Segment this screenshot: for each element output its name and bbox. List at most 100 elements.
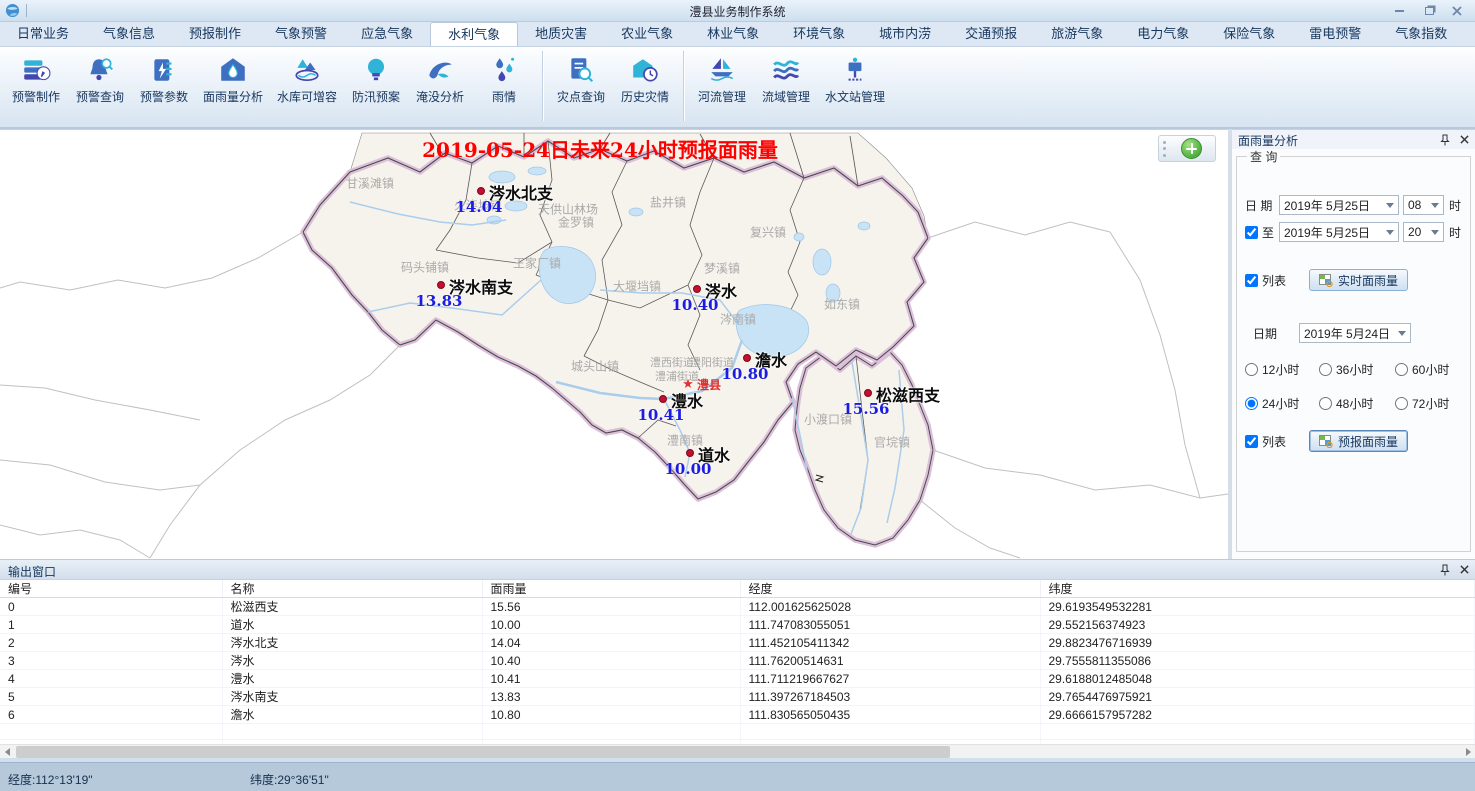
forecast-rain-button[interactable]: 预报面雨量 — [1309, 430, 1408, 452]
tool-doc-search[interactable]: 灾点查询 — [549, 49, 613, 123]
table-cell: 13.83 — [482, 688, 740, 706]
tool-label: 灾点查询 — [557, 88, 605, 105]
output-pin-button[interactable] — [1437, 562, 1453, 577]
forecast-list-checkbox[interactable] — [1245, 435, 1258, 448]
menu-item-16[interactable]: 雷电预警 — [1292, 22, 1378, 46]
menu-item-6[interactable]: 水利气象 — [430, 22, 518, 46]
tool-badge-edit[interactable]: 预警制作 — [4, 49, 68, 123]
menu-item-7[interactable]: 地质灾害 — [518, 22, 604, 46]
to-checkbox[interactable] — [1245, 226, 1258, 239]
tool-hydro-station[interactable]: 水文站管理 — [818, 49, 892, 123]
tool-label: 流域管理 — [762, 88, 810, 105]
menu-item-9[interactable]: 林业气象 — [690, 22, 776, 46]
realtime-list-checkbox[interactable] — [1245, 274, 1258, 287]
station-marker[interactable] — [693, 285, 701, 293]
duration-radio-72小时[interactable]: 72小时 — [1395, 395, 1462, 412]
menu-item-4[interactable]: 气象预警 — [258, 22, 344, 46]
table-row[interactable]: 3涔水10.40111.7620051463129.7555811355086 — [0, 652, 1475, 670]
town-label: 如东镇 — [824, 296, 860, 313]
end-hour-select[interactable]: 20 — [1403, 222, 1444, 242]
menu-item-12[interactable]: 交通预报 — [948, 22, 1034, 46]
tool-bell-search[interactable]: 预警查询 — [68, 49, 132, 123]
menu-item-13[interactable]: 旅游气象 — [1034, 22, 1120, 46]
menu-item-17[interactable]: 气象指数 — [1378, 22, 1464, 46]
panel-close-button[interactable] — [1456, 132, 1472, 147]
table-row[interactable]: 2涔水北支14.04111.45210541134229.88234767169… — [0, 634, 1475, 652]
radio-input[interactable] — [1245, 397, 1258, 410]
menu-item-5[interactable]: 应急气象 — [344, 22, 430, 46]
tool-doc-bolt[interactable]: 预警参数 — [132, 49, 196, 123]
menu-item-15[interactable]: 保险气象 — [1206, 22, 1292, 46]
radio-input[interactable] — [1319, 363, 1332, 376]
radio-input[interactable] — [1319, 397, 1332, 410]
station-marker[interactable] — [864, 389, 872, 397]
table-row[interactable]: 1道水10.00111.74708305505129.552156374923 — [0, 616, 1475, 634]
station-marker[interactable] — [743, 354, 751, 362]
station-marker[interactable] — [437, 281, 445, 289]
tool-bulb[interactable]: 防汛预案 — [344, 49, 408, 123]
tool-waves[interactable]: 流域管理 — [754, 49, 818, 123]
tool-sailboat[interactable]: 河流管理 — [690, 49, 754, 123]
table-cell: 1 — [0, 616, 222, 634]
duration-radio-12小时[interactable]: 12小时 — [1245, 361, 1319, 378]
table-cell: 15.56 — [482, 598, 740, 616]
query-groupbox: 查 询 日 期 2019年 5月25日 08 时 至 2019年 5月25日 — [1236, 148, 1471, 552]
tool-house-drop[interactable]: 面雨量分析 — [196, 49, 270, 123]
output-table: 编号名称面雨量经度纬度 0松滋西支15.56112.00162562502829… — [0, 580, 1475, 756]
menu-item-18[interactable]: 后台管理 — [1464, 22, 1475, 46]
close-button[interactable] — [1443, 2, 1471, 20]
duration-radio-60小时[interactable]: 60小时 — [1395, 361, 1462, 378]
station-marker[interactable] — [477, 187, 485, 195]
tool-wave[interactable]: 淹没分析 — [408, 49, 472, 123]
menu-item-8[interactable]: 农业气象 — [604, 22, 690, 46]
tool-reservoir[interactable]: 水库可增容 — [270, 49, 344, 123]
station-marker[interactable] — [686, 449, 694, 457]
drag-handle[interactable] — [1163, 141, 1173, 157]
output-close-button[interactable] — [1456, 562, 1472, 577]
menu-item-11[interactable]: 城市内涝 — [862, 22, 948, 46]
station-marker[interactable] — [659, 395, 667, 403]
start-date-select[interactable]: 2019年 5月25日 — [1279, 195, 1399, 215]
duration-radio-24小时[interactable]: 24小时 — [1245, 395, 1319, 412]
radio-input[interactable] — [1245, 363, 1258, 376]
duration-radio-36小时[interactable]: 36小时 — [1319, 361, 1395, 378]
menu-item-14[interactable]: 电力气象 — [1120, 22, 1206, 46]
map-add-button[interactable] — [1181, 138, 1202, 159]
town-label: 梦溪镇 — [704, 260, 740, 277]
table-row[interactable]: 0松滋西支15.56112.00162562502829.61935495322… — [0, 598, 1475, 616]
table-row[interactable]: 4澧水10.41111.71121966762729.6188012485048 — [0, 670, 1475, 688]
table-cell: 29.7555811355086 — [1040, 652, 1475, 670]
menu-item-10[interactable]: 环境气象 — [776, 22, 862, 46]
radio-input[interactable] — [1395, 363, 1408, 376]
start-hour-select[interactable]: 08 — [1403, 195, 1444, 215]
menu-item-1[interactable]: 日常业务 — [0, 22, 86, 46]
realtime-rain-button[interactable]: 实时面雨量 — [1309, 269, 1408, 291]
horizontal-scrollbar[interactable] — [0, 744, 1475, 758]
table-cell: 0 — [0, 598, 222, 616]
forecast-date-select[interactable]: 2019年 5月24日 — [1299, 323, 1411, 343]
scroll-right-arrow[interactable] — [1461, 745, 1475, 759]
tool-label: 防汛预案 — [352, 88, 400, 105]
table-cell: 2 — [0, 634, 222, 652]
station-value: 15.56 — [836, 400, 896, 418]
tool-house-clock[interactable]: 历史灾情 — [613, 49, 677, 123]
toolbar-separator — [683, 51, 684, 121]
chevron-down-icon — [1386, 203, 1394, 208]
table-row[interactable]: 5涔水南支13.83111.39726718450329.76544769759… — [0, 688, 1475, 706]
duration-radio-48小时[interactable]: 48小时 — [1319, 395, 1395, 412]
menu-item-3[interactable]: 预报制作 — [172, 22, 258, 46]
map-canvas[interactable]: 甘溪滩镇火连坡镇天供山林场金罗镇盐井镇复兴镇码头铺镇王家厂镇大堰垱镇梦溪镇涔南镇… — [0, 129, 1228, 559]
minimize-button[interactable] — [1385, 2, 1413, 20]
restore-button[interactable] — [1415, 2, 1443, 20]
scroll-left-arrow[interactable] — [0, 745, 14, 759]
scrollbar-thumb[interactable] — [16, 746, 950, 758]
pin-icon — [1440, 134, 1450, 146]
pin-button[interactable] — [1437, 132, 1453, 147]
tool-raindrops[interactable]: 雨情 — [472, 49, 536, 123]
table-cell: 29.552156374923 — [1040, 616, 1475, 634]
bell-search-icon — [85, 55, 115, 85]
table-row[interactable]: 6澹水10.80111.83056505043529.6666157957282 — [0, 706, 1475, 724]
menu-item-2[interactable]: 气象信息 — [86, 22, 172, 46]
radio-input[interactable] — [1395, 397, 1408, 410]
end-date-select[interactable]: 2019年 5月25日 — [1279, 222, 1399, 242]
